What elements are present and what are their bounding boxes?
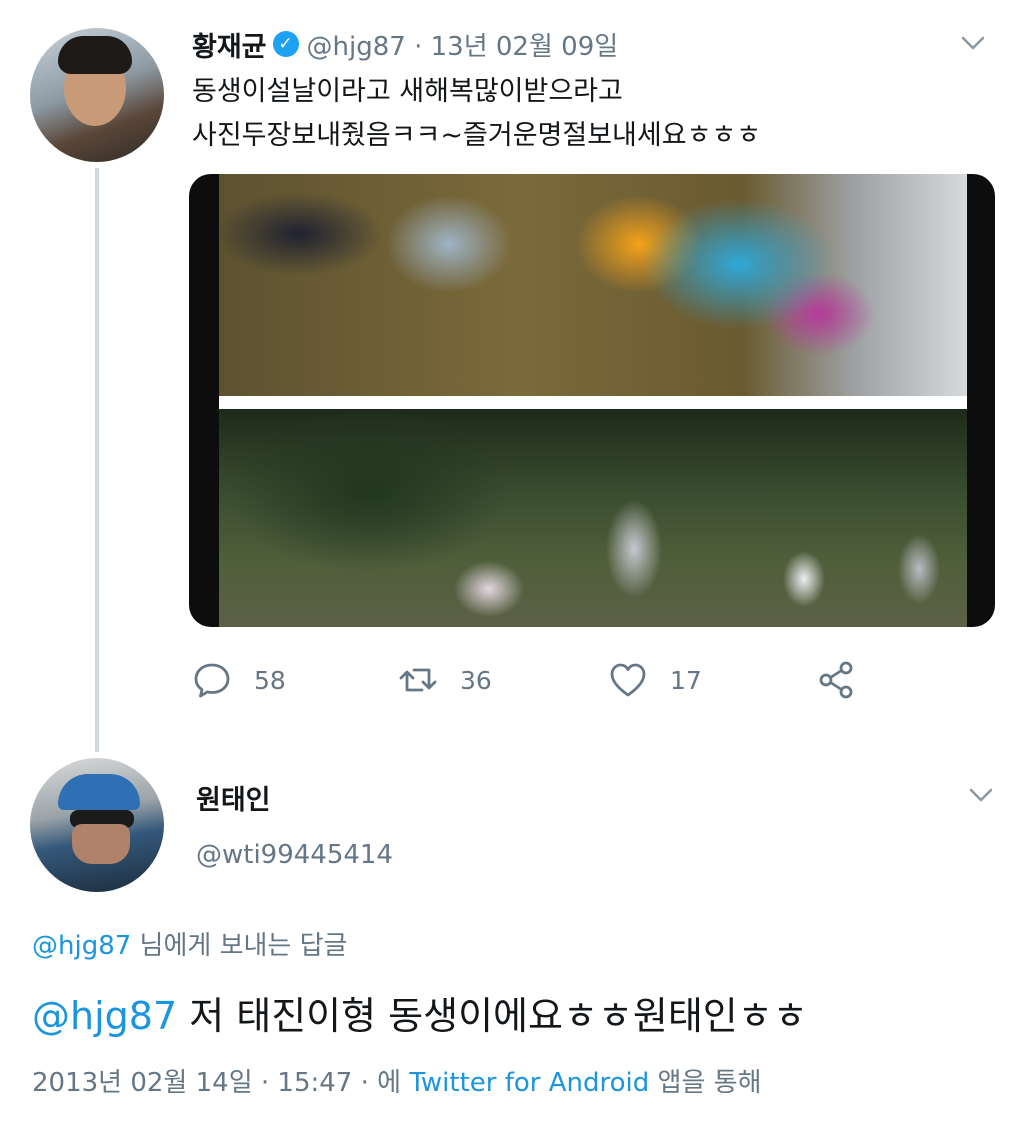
like-count: 17 — [670, 665, 702, 695]
tweet-header: 황재균 ✓ @hjg87 · 13년 02월 09일 — [192, 25, 619, 64]
reply-button[interactable]: 58 — [192, 656, 286, 704]
chevron-down-icon[interactable] — [960, 30, 986, 56]
avatar-face — [72, 824, 130, 864]
reply-text: @hjg87 저 태진이형 동생이에요ㅎㅎ원태인ㅎㅎ — [32, 985, 808, 1040]
chevron-down-icon[interactable] — [968, 782, 994, 808]
retweet-icon — [399, 668, 437, 692]
photo-divider — [219, 396, 967, 409]
like-button[interactable]: 17 — [608, 656, 702, 704]
replying-to-link[interactable]: @hjg87 — [32, 931, 131, 961]
tweet-timestamp: 2013년 02월 14일 · 15:47 · 에 Twitter for An… — [32, 1062, 762, 1099]
tweet-text-line: 동생이설날이라고 새해복많이받으라고 — [192, 76, 623, 107]
tweet-text-line: 사진두장보내줬음ㅋㅋ~즐거운명절보내세요ㅎㅎㅎ — [192, 120, 762, 151]
reply-count: 58 — [254, 665, 286, 695]
retweet-count: 36 — [460, 665, 492, 695]
reply-body: 저 태진이형 동생이에요ㅎㅎ원태인ㅎㅎ — [177, 994, 808, 1038]
timestamp-text: 2013년 02월 14일 · 15:47 · 에 — [32, 1068, 410, 1098]
share-icon — [819, 661, 853, 699]
display-name[interactable]: 황재균 — [192, 25, 267, 64]
avatar-cap — [58, 774, 140, 810]
user-handle[interactable]: @wti99445414 — [196, 840, 393, 870]
avatar[interactable] — [30, 28, 164, 162]
reply-icon — [194, 663, 230, 698]
photo-image[interactable] — [219, 174, 967, 396]
tweet-text: 동생이설날이라고 새해복많이받으라고 사진두장보내줬음ㅋㅋ~즐거운명절보내세요ㅎ… — [192, 70, 761, 158]
retweet-button[interactable]: 36 — [398, 656, 492, 704]
tweet-media[interactable] — [189, 174, 995, 627]
mention-link[interactable]: @hjg87 — [32, 994, 177, 1038]
tweet-actions: 58 36 17 — [192, 656, 872, 704]
tweet-meta: @hjg87 · 13년 02월 09일 — [306, 31, 619, 62]
avatar[interactable] — [30, 758, 164, 892]
source-app-link[interactable]: Twitter for Android — [409, 1068, 649, 1098]
display-name[interactable]: 원태인 — [196, 778, 271, 817]
replying-to-label: 님에게 보내는 답글 — [131, 931, 348, 961]
photo-image[interactable] — [219, 409, 967, 627]
source-suffix: 앱을 통해 — [649, 1068, 762, 1098]
share-button[interactable] — [816, 656, 856, 704]
verified-badge-icon: ✓ — [272, 31, 299, 57]
replying-to: @hjg87 님에게 보내는 답글 — [32, 925, 347, 962]
avatar-hair — [58, 36, 132, 74]
heart-icon — [610, 663, 646, 697]
thread-connector-line — [95, 168, 99, 752]
